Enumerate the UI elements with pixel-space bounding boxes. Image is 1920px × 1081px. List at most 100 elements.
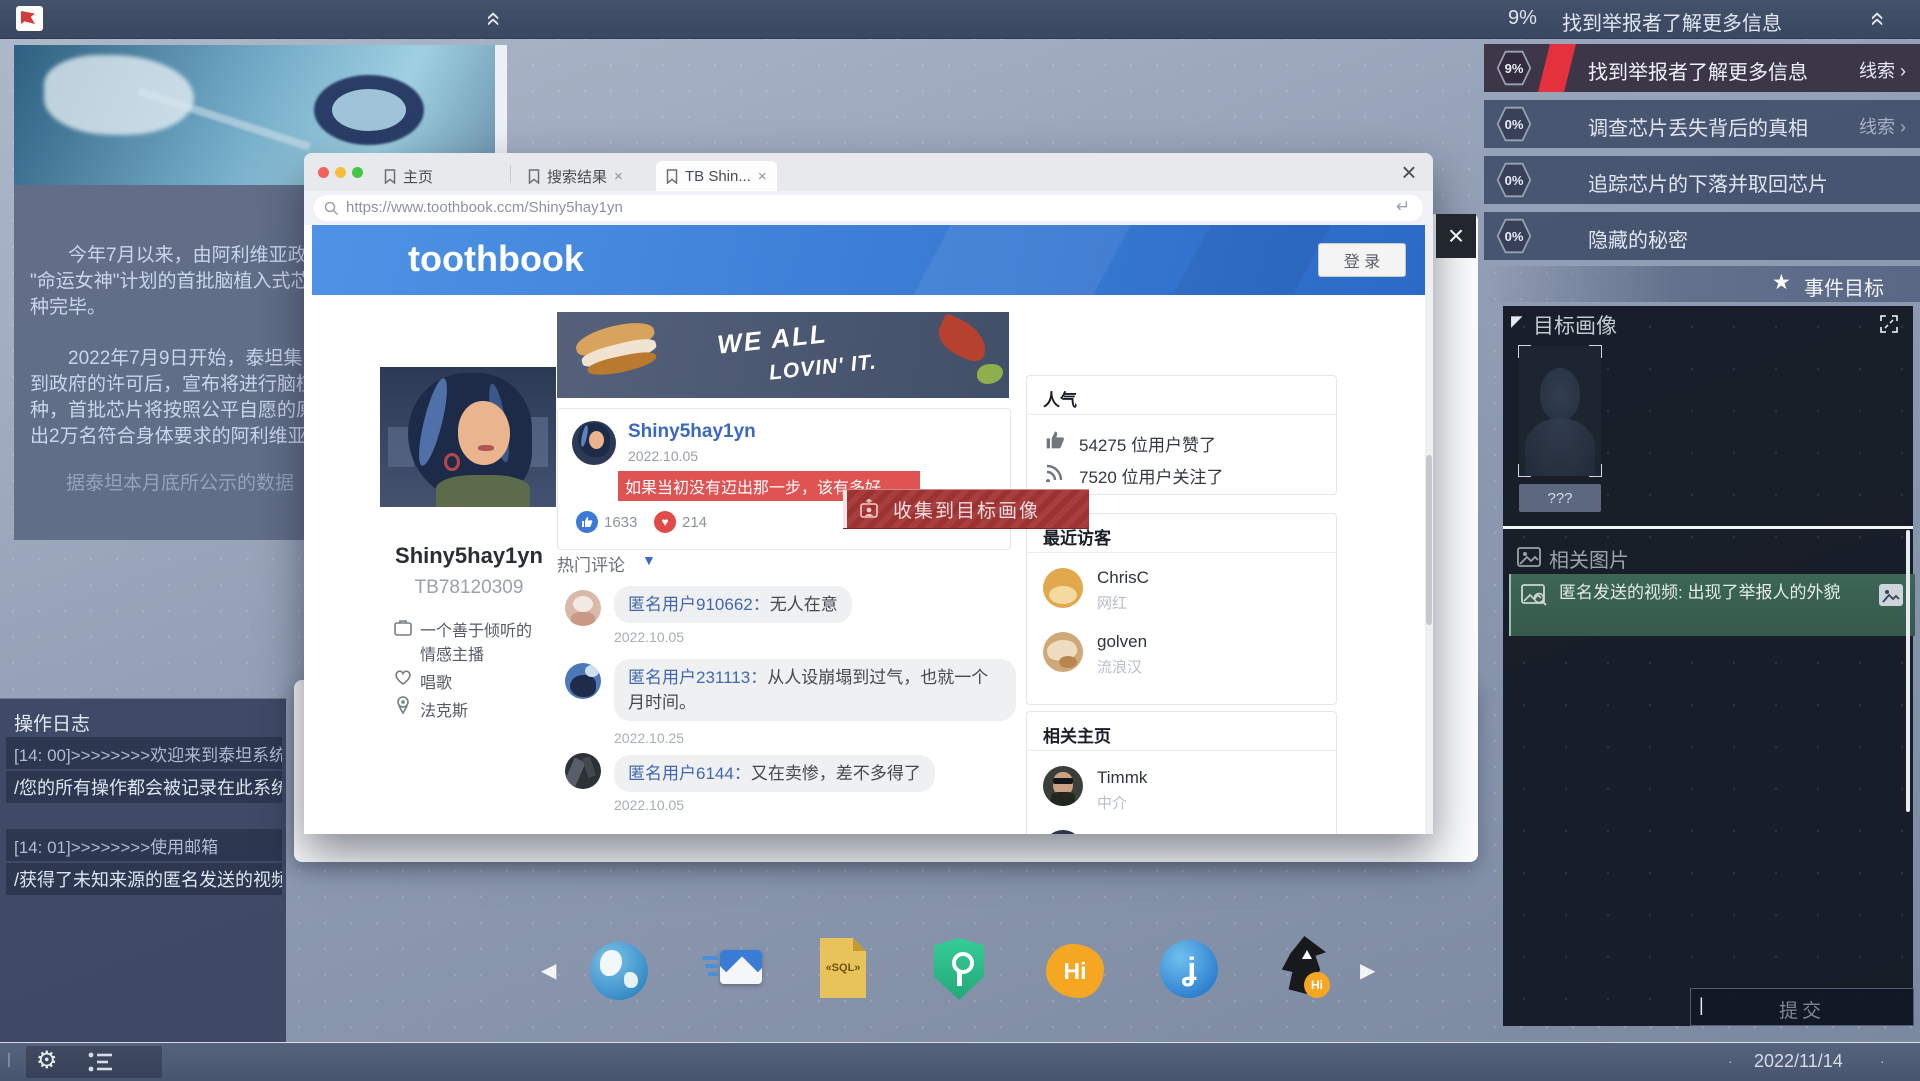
collect-portrait-icon [859,499,879,519]
site-logo[interactable]: toothbook [408,238,584,280]
page-avatar[interactable] [1043,830,1083,834]
tab-search-results[interactable]: 搜索结果 × [518,161,633,191]
comment-bubble: 匿名用户6144：又在卖惨，差不多得了 [614,755,935,792]
log-entry-line: [14: 01]>>>>>>>>使用邮箱 [6,829,282,861]
bookmark-icon [528,169,540,184]
target-panel: ◤ 目标画像 ??? 相关图片 匿名发送的视频: 出现了举报人的外貌 | 提交 [1503,306,1913,1026]
tab-close-icon[interactable]: × [614,168,623,185]
traffic-light-green[interactable] [352,167,363,178]
profile-city: 法克斯 [420,697,468,721]
profile-hobby: 唱歌 [420,669,452,693]
log-entry-line: [14: 00]>>>>>>>>欢迎来到泰坦系统 [6,737,282,769]
visitor-name[interactable]: golven [1097,632,1147,652]
login-button[interactable]: 登 录 [1318,243,1406,277]
task-row-active[interactable]: 9% 找到举报者了解更多信息 线索 › [1484,44,1920,92]
close-icon: × [1401,157,1416,188]
dock-app-browser[interactable] [590,942,648,1000]
task-clue-link[interactable]: 线索 › [1859,57,1906,83]
banner-text-line2: LOVIN' IT. [768,350,878,385]
comment-text: 又在卖惨，差不多得了 [751,764,921,783]
task-row[interactable]: 0% 追踪芯片的下落并取回芯片 [1484,156,1920,204]
date-dot-right: · [1880,1053,1885,1069]
comment-text: 无人在意 [770,595,838,614]
page-scrollbar-track[interactable] [1425,225,1433,834]
like-icon-circle[interactable] [576,511,598,533]
visitor-name[interactable]: ChrisC [1097,568,1149,588]
task-progress-hexagon: 0% [1496,218,1532,254]
operation-log-panel: 操作日志 [14: 00]>>>>>>>>欢迎来到泰坦系统 /您的所有操作都会被… [0,698,286,1045]
traffic-light-yellow[interactable] [335,167,346,178]
comment-author[interactable]: 匿名用户910662： [628,595,770,614]
post-avatar[interactable] [572,421,616,465]
topbar-progress: 9% [1508,7,1537,30]
task-row[interactable]: 0% 调查芯片丢失背后的真相 线索 › [1484,100,1920,148]
system-date: 2022/11/14 [1754,1051,1843,1072]
comment-date: 2022.10.05 [614,629,684,645]
thumbs-up-icon [581,516,593,528]
thumbs-up-icon [1045,430,1065,450]
page-name[interactable]: Timmk [1097,768,1147,788]
visitor-avatar[interactable] [1043,568,1083,608]
visitor-desc: 流浪汉 [1097,656,1142,677]
related-image-item-selected[interactable]: 匿名发送的视频: 出现了举报人的外貌 [1509,574,1915,636]
dropdown-triangle-icon[interactable]: ▼ [642,552,656,568]
comment-avatar [565,663,601,699]
notification-mark: | [7,1051,11,1068]
page-scrollbar-thumb[interactable] [1426,455,1432,625]
sql-label: «SQL» [820,962,866,974]
bookmark-icon [666,169,678,184]
dock-app-dark-hi[interactable]: Hi [1274,936,1332,998]
collapse-left-icon[interactable]: « [482,12,508,26]
comment-bubble: 匿名用户231113：从人设崩塌到过气，也就一个月时间。 [614,659,1016,721]
window-close-button[interactable]: × [1394,157,1424,187]
dock-app-mail[interactable] [702,950,762,994]
related-pages-title: 相关主页 [1043,722,1111,747]
like-count: 1633 [604,514,637,531]
page-name[interactable]: Lion_Shark [1097,832,1183,834]
collapse-right-icon[interactable]: « [1866,12,1892,26]
log-entry-line: /获得了未知来源的匿名发送的视频 [6,863,282,895]
workflow-icon[interactable] [88,1051,114,1073]
tab-home[interactable]: 主页 [374,161,443,191]
expand-icon[interactable] [1879,314,1899,334]
dock-app-keychain[interactable] [934,938,984,1000]
overlay-close-button[interactable]: × [1436,214,1476,258]
browser-titlebar: 主页 搜索结果 × TB Shin... × × [304,153,1433,191]
task-row[interactable]: 0% 隐藏的秘密 [1484,212,1920,260]
post-author[interactable]: Shiny5hay1yn [628,421,756,443]
tab-profile-active[interactable]: TB Shin... × [656,161,777,191]
heart-icon-circle[interactable]: ♥ [654,511,676,533]
dock-app-hook[interactable]: ʝ [1160,940,1218,998]
url-bar-row: https://www.toothbook.ccm/Shiny5hay1yn ↵ [304,191,1433,225]
task-clue-link[interactable]: 线索 › [1859,113,1906,139]
thumbnail-badge[interactable] [1879,584,1903,606]
date-dot-left: · [1728,1053,1733,1069]
visitor-avatar[interactable] [1043,632,1083,672]
image-icon [1517,547,1541,567]
target-portrait[interactable] [1519,346,1601,476]
comment-author[interactable]: 匿名用户6144： [628,764,751,783]
panel-scrollbar[interactable] [1906,530,1910,812]
unknown-name-button[interactable]: ??? [1519,484,1601,512]
dock-prev-arrow[interactable]: ◀ [541,958,556,983]
dock-app-hi-chat[interactable]: Hi [1046,944,1104,998]
gear-icon[interactable]: ⚙ [36,1046,58,1075]
task-title: 找到举报者了解更多信息 [1588,56,1808,85]
comment-avatar [565,753,601,789]
dock-app-sql[interactable]: «SQL» [820,938,866,998]
bookmark-icon [384,169,396,184]
page-avatar[interactable] [1043,766,1083,806]
popularity-card: 人气 54275 位用户赞了 7520 位用户关注了 [1026,375,1337,495]
rss-icon [1045,462,1065,482]
url-input[interactable]: https://www.toothbook.ccm/Shiny5hay1yn ↵ [314,195,1423,221]
dock-next-arrow[interactable]: ▶ [1360,958,1375,983]
key-icon [952,952,974,974]
traffic-light-red[interactable] [318,167,329,178]
tab-close-icon[interactable]: × [758,168,767,185]
bottom-bar: | ⚙ · 2022/11/14 · [0,1042,1920,1081]
submit-input[interactable]: | 提交 [1690,988,1914,1026]
task-progress-hexagon: 9% [1496,50,1532,86]
task-title: 隐藏的秘密 [1588,224,1688,253]
visitors-card: 最近访客 ChrisC 网红 golven 流浪汉 [1026,513,1337,705]
comment-author[interactable]: 匿名用户231113： [628,668,767,687]
